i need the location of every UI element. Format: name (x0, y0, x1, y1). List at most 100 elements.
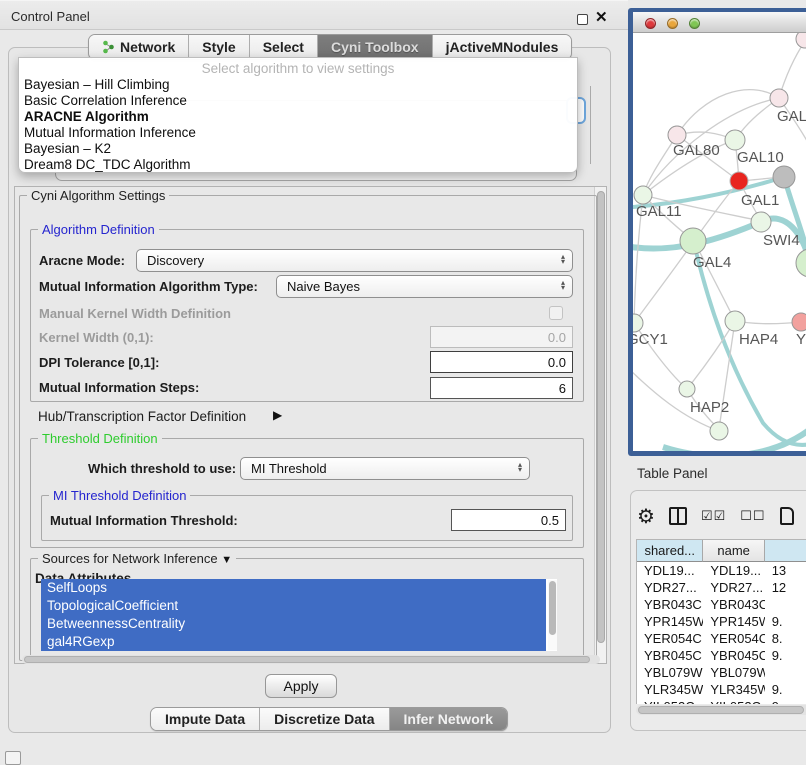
algorithm-option[interactable]: Bayesian – K2 (24, 141, 572, 157)
spinner-arrows-icon: ▴▾ (518, 459, 522, 472)
manual-kernel-checkbox[interactable] (549, 306, 563, 320)
network-node-gal7[interactable] (770, 89, 788, 107)
apply-button[interactable]: Apply (265, 674, 337, 698)
mi-threshold-field[interactable]: 0.5 (451, 509, 566, 531)
network-titlebar[interactable] (633, 12, 806, 33)
table-horizontal-scrollbar[interactable] (636, 705, 806, 715)
bottom-tab-discretize-data[interactable]: Discretize Data (260, 708, 389, 730)
table-row[interactable]: YDR27...YDR27...12 (637, 579, 806, 596)
attribute-item[interactable]: BetweennessCentrality (41, 615, 546, 633)
network-node[interactable] (796, 249, 806, 277)
sources-title-text: Sources for Network Inference (42, 551, 218, 566)
tab-select[interactable]: Select (250, 35, 318, 59)
close-icon[interactable]: ✕ (595, 8, 608, 26)
attribute-item[interactable]: SelfLoops (41, 579, 546, 597)
network-node-hap2[interactable] (679, 381, 695, 397)
network-node-gal4[interactable] (680, 228, 706, 254)
network-node-swi4[interactable] (751, 212, 771, 232)
scrollbar-thumb[interactable] (549, 581, 556, 635)
mi-threshold-label: Mutual Information Threshold: (50, 513, 238, 528)
network-node-y[interactable] (792, 313, 806, 331)
table-cell: YLR345W (703, 681, 764, 698)
column-header[interactable] (765, 540, 806, 562)
expand-right-icon[interactable]: ▶ (273, 408, 282, 422)
algorithm-dropdown-popup: Select algorithm to view settings Bayesi… (18, 57, 578, 173)
tab-cyni-toolbox[interactable]: Cyni Toolbox (318, 35, 433, 59)
table-cell: YIL052C (703, 698, 764, 704)
deselect-all-checks-icon[interactable]: ☐☐ (740, 508, 765, 524)
sources-title: Sources for Network Inference ▼ (38, 551, 236, 566)
node-table[interactable]: shared...name YDL19...YDL19...13YDR27...… (636, 539, 806, 704)
algorithm-option[interactable]: Dream8 DC_TDC Algorithm (24, 157, 572, 173)
new-column-icon[interactable] (780, 507, 794, 525)
scrollbar-thumb[interactable] (638, 706, 804, 714)
node-label: GAL4 (693, 254, 731, 271)
network-edge[interactable] (677, 90, 779, 135)
algorithm-option[interactable]: ARACNE Algorithm (24, 109, 572, 125)
network-edge[interactable] (633, 363, 719, 431)
network-node[interactable] (710, 422, 728, 440)
split-view-icon[interactable] (669, 507, 687, 525)
aracne-mode-label: Aracne Mode: (39, 253, 125, 268)
control-panel-titlebar: Control Panel ✕ (0, 0, 628, 30)
which-threshold-combo[interactable]: MI Threshold ▴▾ (240, 457, 530, 480)
close-traffic-light-icon[interactable] (645, 18, 656, 29)
kernel-width-label: Kernel Width (0,1): (39, 330, 154, 345)
mi-type-value: Naive Bayes (287, 279, 360, 294)
zoom-traffic-light-icon[interactable] (689, 18, 700, 29)
network-node[interactable] (730, 172, 748, 190)
aracne-mode-combo[interactable]: Discovery ▴▾ (136, 249, 573, 272)
threshold-definition-title: Threshold Definition (38, 431, 162, 446)
settings-gear-icon[interactable]: ⚙ (637, 504, 655, 529)
table-cell: YPR145W (703, 613, 764, 630)
bottom-tab-infer-network[interactable]: Infer Network (390, 708, 507, 730)
table-row[interactable]: YIL052CYIL052C9 (637, 698, 806, 704)
minimize-traffic-light-icon[interactable] (667, 18, 678, 29)
network-node-hap4[interactable] (725, 311, 745, 331)
minimized-panel-icon[interactable] (5, 751, 21, 765)
attribute-item[interactable]: gal4RGexp (41, 633, 546, 651)
table-row[interactable]: YBR043CYBR043C (637, 596, 806, 613)
network-canvas[interactable]: GAL7GAL80GAL10GAL11SWI4GAL4GCY1HAP4YHAP2… (633, 33, 806, 451)
algorithm-option[interactable]: Bayesian – Hill Climbing (24, 77, 572, 93)
column-header[interactable]: shared... (637, 540, 703, 562)
dpi-tolerance-field[interactable]: 0.0 (430, 351, 573, 373)
algorithm-option[interactable]: Mutual Information Inference (24, 125, 572, 141)
algorithm-option[interactable]: Basic Correlation Inference (24, 93, 572, 109)
node-label: GAL11 (636, 203, 682, 220)
network-edge[interactable] (643, 135, 677, 195)
tab-jactivemnodules[interactable]: jActiveMNodules (433, 35, 572, 59)
bottom-tab-impute-data[interactable]: Impute Data (151, 708, 260, 730)
scrollbar-thumb[interactable] (24, 656, 590, 663)
attributes-scrollbar[interactable] (548, 580, 557, 650)
tab-style[interactable]: Style (189, 35, 249, 59)
attributes-horizontal-scrollbar[interactable] (22, 655, 600, 664)
network-node[interactable] (796, 33, 806, 48)
attribute-item[interactable]: TopologicalCoefficient (41, 597, 546, 615)
table-row[interactable]: YLR345WYLR345W9. (637, 681, 806, 698)
table-row[interactable]: YPR145WYPR145W9. (637, 613, 806, 630)
mi-steps-field[interactable]: 6 (430, 377, 573, 399)
hub-definition-label[interactable]: Hub/Transcription Factor Definition (38, 409, 246, 424)
table-panel: ⚙ ☑☑ ☐☐ shared...name YDL19...YDL19...13… (630, 490, 806, 731)
network-node-gal10[interactable] (725, 130, 745, 150)
groupbox-edge-fragment (590, 86, 591, 164)
table-row[interactable]: YER054CYER054C8. (637, 630, 806, 647)
float-window-icon[interactable] (577, 14, 588, 25)
table-row[interactable]: YBR045CYBR045C9. (637, 647, 806, 664)
collapse-down-icon[interactable]: ▼ (221, 554, 232, 566)
table-row[interactable]: YBL079WYBL079W (637, 664, 806, 681)
column-header[interactable]: name (703, 540, 764, 562)
tab-network[interactable]: Network (89, 35, 189, 59)
network-node[interactable] (773, 166, 795, 188)
network-edge[interactable] (634, 241, 694, 323)
network-node-gal11[interactable] (634, 186, 652, 204)
table-row[interactable]: YDL19...YDL19...13 (637, 562, 806, 579)
network-node-gcy1[interactable] (633, 314, 643, 332)
table-cell: YBR043C (637, 596, 703, 613)
scrollbar-thumb[interactable] (597, 191, 605, 643)
mi-type-combo[interactable]: Naive Bayes ▴▾ (276, 275, 573, 298)
select-all-checks-icon[interactable]: ☑☑ (701, 508, 726, 524)
bottom-tab-bar: Impute DataDiscretize DataInfer Network (150, 707, 508, 731)
kernel-width-field[interactable]: 0.0 (430, 326, 573, 348)
